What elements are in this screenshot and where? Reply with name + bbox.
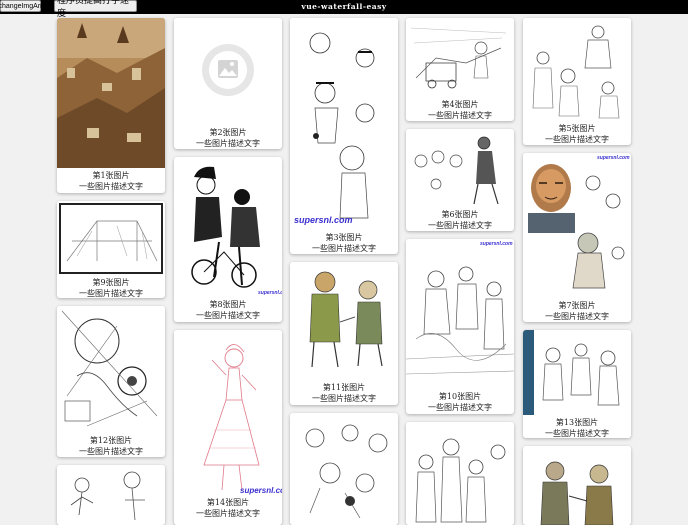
image-card-5[interactable]: 第5张图片 一些图片描述文字 (523, 18, 631, 145)
image-card-2[interactable]: 第2张图片 一些图片描述文字 (174, 18, 282, 149)
image-card-11[interactable]: 第11张图片 一些图片描述文字 (290, 262, 398, 405)
image-card-18[interactable] (523, 446, 631, 525)
card-title: 第1张图片 (92, 171, 130, 180)
card-title: 第11张图片 (322, 383, 366, 392)
card-title: 第14张图片 (206, 498, 250, 507)
top-bar: vue-waterfall-easy changeImgArr 程序员提高打字速… (0, 0, 688, 18)
card-image[interactable] (174, 18, 282, 125)
card-image[interactable]: supersnl.com (523, 153, 631, 298)
image-card-14[interactable]: supersnl.com 第14张图片 一些图片描述文字 (174, 330, 282, 525)
change-image-array-button[interactable]: changeImgArr (0, 0, 42, 12)
typing-speed-button[interactable]: 程序员提高打字速度 (54, 0, 137, 18)
card-image[interactable] (57, 18, 165, 168)
card-image[interactable] (406, 422, 514, 525)
image-card-3[interactable]: supersnl.com 第3张图片 一些图片描述文字 (290, 18, 398, 254)
card-image[interactable] (523, 446, 631, 525)
card-image[interactable]: supersnl.com (174, 157, 282, 297)
card-image[interactable] (57, 465, 165, 525)
image-card-8[interactable]: supersnl.com 第8张图片 一些图片描述文字 (174, 157, 282, 322)
watermark-text: supersnl.com (597, 155, 630, 161)
card-image[interactable] (523, 330, 631, 415)
watermark-text: supersnl.com (294, 215, 353, 225)
image-card-15[interactable] (57, 465, 165, 525)
card-image[interactable]: supersnl.com (174, 330, 282, 495)
image-card-13[interactable]: 第13张图片 一些图片描述文字 (523, 330, 631, 438)
card-title: 第9张图片 (92, 278, 130, 287)
image-card-7[interactable]: supersnl.com 第7张图片 一些图片描述文字 (523, 153, 631, 322)
watermark-text: supersnl.com (240, 486, 282, 495)
card-description: 一些图片描述文字 (79, 289, 143, 298)
card-title: 第7张图片 (558, 301, 596, 310)
card-image[interactable]: supersnl.com (290, 18, 398, 230)
card-image[interactable] (523, 18, 631, 121)
card-title: 第8张图片 (209, 300, 247, 309)
placeholder-image-icon (202, 44, 254, 96)
card-description: 一些图片描述文字 (79, 447, 143, 456)
card-description: 一些图片描述文字 (545, 312, 609, 321)
card-image[interactable] (57, 201, 165, 276)
card-image[interactable] (406, 129, 514, 207)
card-image[interactable]: supersnl.com (406, 239, 514, 389)
card-description: 一些图片描述文字 (196, 509, 260, 518)
image-card-17[interactable] (406, 422, 514, 525)
card-description: 一些图片描述文字 (545, 135, 609, 144)
card-title: 第2张图片 (209, 128, 247, 137)
card-image[interactable] (406, 18, 514, 97)
card-title: 第3张图片 (325, 233, 363, 242)
card-title: 第13张图片 (555, 418, 599, 427)
image-card-10[interactable]: supersnl.com 第10张图片 一些图片描述文字 (406, 239, 514, 414)
watermark-text: supersnl.com (258, 290, 282, 296)
image-card-1[interactable]: 第1张图片 一些图片描述文字 (57, 18, 165, 193)
card-description: 一些图片描述文字 (428, 403, 492, 412)
card-title: 第4张图片 (441, 100, 479, 109)
image-card-16[interactable] (290, 413, 398, 525)
card-description: 一些图片描述文字 (312, 394, 376, 403)
card-title: 第10张图片 (438, 392, 482, 401)
card-title: 第5张图片 (558, 124, 596, 133)
card-title: 第12张图片 (89, 436, 133, 445)
image-card-9[interactable]: 第9张图片 一些图片描述文字 (57, 201, 165, 298)
image-card-12[interactable]: 第12张图片 一些图片描述文字 (57, 306, 165, 457)
card-description: 一些图片描述文字 (196, 139, 260, 148)
card-description: 一些图片描述文字 (196, 311, 260, 320)
card-image[interactable] (290, 413, 398, 525)
card-description: 一些图片描述文字 (428, 111, 492, 120)
card-title: 第6张图片 (441, 210, 479, 219)
watermark-text: supersnl.com (480, 241, 513, 247)
card-image[interactable] (57, 306, 165, 432)
card-description: 一些图片描述文字 (312, 244, 376, 253)
card-description: 一些图片描述文字 (79, 182, 143, 191)
image-card-4[interactable]: 第4张图片 一些图片描述文字 (406, 18, 514, 121)
card-description: 一些图片描述文字 (428, 221, 492, 230)
card-image[interactable] (290, 262, 398, 380)
card-description: 一些图片描述文字 (545, 429, 609, 438)
image-card-6[interactable]: 第6张图片 一些图片描述文字 (406, 129, 514, 231)
